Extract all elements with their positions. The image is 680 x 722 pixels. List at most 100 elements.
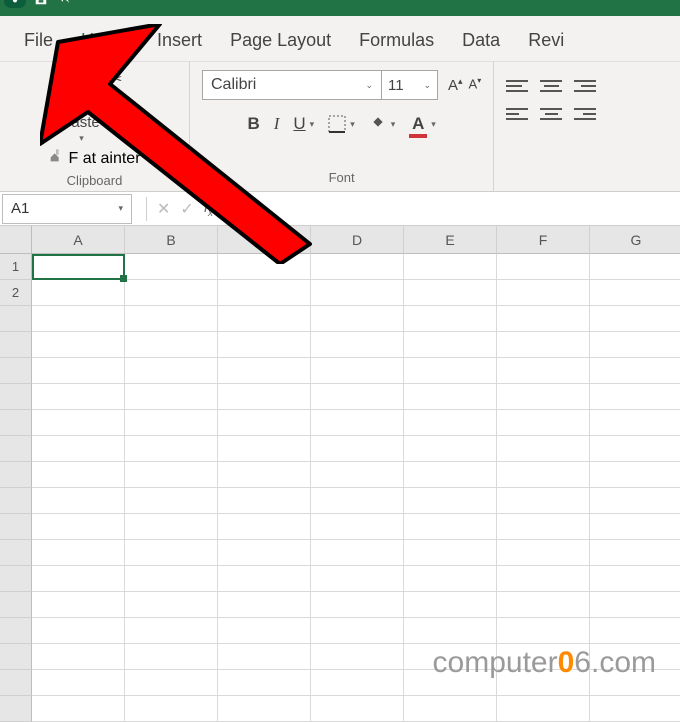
cell[interactable] — [32, 384, 125, 410]
cancel-icon[interactable]: ✕ — [157, 199, 170, 219]
column-header[interactable]: G — [590, 226, 680, 254]
cell[interactable] — [32, 280, 125, 306]
cell[interactable] — [590, 618, 680, 644]
cell[interactable] — [218, 592, 311, 618]
cell[interactable] — [311, 540, 404, 566]
cell[interactable] — [497, 436, 590, 462]
align-right-button[interactable] — [574, 108, 596, 120]
enter-icon[interactable]: ✓ — [180, 199, 193, 219]
cell[interactable] — [125, 618, 218, 644]
cell[interactable] — [497, 306, 590, 332]
column-header[interactable]: F — [497, 226, 590, 254]
cell[interactable] — [218, 618, 311, 644]
undo-icon[interactable] — [56, 0, 70, 9]
cell[interactable] — [404, 280, 497, 306]
cell[interactable] — [497, 566, 590, 592]
cell[interactable] — [32, 644, 125, 670]
save-icon[interactable] — [34, 0, 48, 9]
row-header[interactable] — [0, 514, 32, 540]
cell[interactable] — [218, 670, 311, 696]
cell[interactable] — [218, 488, 311, 514]
cell[interactable] — [311, 644, 404, 670]
cell[interactable] — [497, 280, 590, 306]
cell[interactable] — [497, 358, 590, 384]
paste-button[interactable]: Paste ▾ — [61, 70, 99, 144]
row-header[interactable] — [0, 488, 32, 514]
cell[interactable] — [590, 410, 680, 436]
cell[interactable] — [590, 332, 680, 358]
italic-button[interactable]: I — [274, 114, 280, 134]
tab-file[interactable]: File — [14, 26, 63, 59]
cell[interactable] — [404, 462, 497, 488]
fill-color-button[interactable]: ▾ — [369, 114, 396, 134]
cell[interactable] — [32, 488, 125, 514]
cell[interactable] — [218, 358, 311, 384]
cell[interactable] — [311, 306, 404, 332]
tab-formulas[interactable]: Formulas — [349, 26, 444, 59]
row-header[interactable] — [0, 358, 32, 384]
row-header[interactable] — [0, 410, 32, 436]
tab-home[interactable]: Home — [71, 26, 139, 59]
tab-insert[interactable]: Insert — [147, 26, 212, 59]
cell[interactable] — [32, 618, 125, 644]
cell[interactable] — [404, 514, 497, 540]
cell[interactable] — [218, 436, 311, 462]
cell[interactable] — [32, 514, 125, 540]
copy-button[interactable]: y ▾ — [110, 98, 128, 115]
cell[interactable] — [590, 566, 680, 592]
cell[interactable] — [404, 696, 497, 722]
select-all-corner[interactable] — [0, 226, 32, 254]
cell[interactable] — [404, 332, 497, 358]
align-left-button[interactable] — [506, 108, 528, 120]
font-size-combo[interactable]: 11 ⌄ — [382, 70, 438, 100]
row-header[interactable] — [0, 644, 32, 670]
cell[interactable] — [497, 696, 590, 722]
cell[interactable] — [218, 462, 311, 488]
row-header[interactable]: 2 — [0, 280, 32, 306]
cell[interactable] — [311, 488, 404, 514]
cell[interactable] — [125, 254, 218, 280]
cell[interactable] — [311, 280, 404, 306]
cell[interactable] — [125, 488, 218, 514]
cell[interactable] — [125, 696, 218, 722]
cell[interactable] — [404, 410, 497, 436]
cell[interactable] — [311, 696, 404, 722]
align-bottom-button[interactable] — [574, 80, 596, 92]
cell[interactable] — [590, 462, 680, 488]
cell[interactable] — [311, 436, 404, 462]
cell[interactable] — [311, 514, 404, 540]
cell[interactable] — [497, 540, 590, 566]
cell[interactable] — [125, 670, 218, 696]
cell[interactable] — [590, 696, 680, 722]
cell[interactable] — [125, 592, 218, 618]
cell[interactable] — [125, 644, 218, 670]
cell[interactable] — [125, 462, 218, 488]
row-header[interactable] — [0, 332, 32, 358]
fx-icon[interactable]: fx — [204, 199, 213, 219]
cell[interactable] — [32, 670, 125, 696]
cell[interactable] — [497, 384, 590, 410]
row-header[interactable] — [0, 670, 32, 696]
cut-button[interactable]: ✂ — [110, 70, 128, 88]
cell[interactable] — [590, 488, 680, 514]
cell[interactable] — [32, 358, 125, 384]
format-painter-button[interactable]: F at ainter — [48, 148, 140, 169]
cell[interactable] — [497, 592, 590, 618]
cell[interactable] — [404, 618, 497, 644]
cell[interactable] — [590, 540, 680, 566]
cell[interactable] — [311, 254, 404, 280]
font-name-combo[interactable]: Calibri ⌄ — [202, 70, 382, 100]
cell[interactable] — [32, 436, 125, 462]
cell[interactable] — [497, 514, 590, 540]
cell[interactable] — [125, 410, 218, 436]
cell[interactable] — [311, 410, 404, 436]
cell[interactable] — [590, 306, 680, 332]
cell[interactable] — [32, 306, 125, 332]
cell[interactable] — [125, 306, 218, 332]
cell[interactable] — [218, 644, 311, 670]
cell[interactable] — [218, 514, 311, 540]
cell[interactable] — [497, 254, 590, 280]
cell[interactable] — [497, 462, 590, 488]
bold-button[interactable]: B — [247, 114, 259, 134]
cell[interactable] — [404, 306, 497, 332]
